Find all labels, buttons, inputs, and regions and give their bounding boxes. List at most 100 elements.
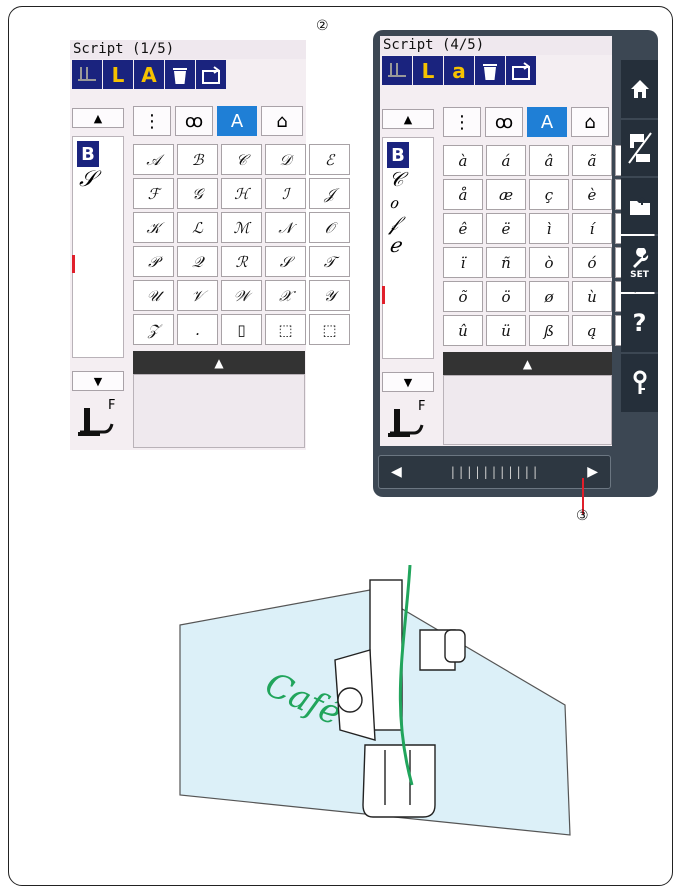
presser-foot-icon: F	[388, 399, 430, 447]
pattern-cell[interactable]: 𝒞	[221, 144, 262, 175]
home-icon[interactable]	[621, 60, 658, 118]
pattern-cell[interactable]: ù	[572, 281, 612, 312]
pattern-cell[interactable]: 𝒳	[265, 280, 306, 311]
pattern-cell[interactable]: ó	[572, 247, 612, 278]
recall-icon[interactable]	[506, 56, 536, 85]
pattern-cell[interactable]: í	[572, 213, 612, 244]
panel2-title: Script (4/5)	[380, 36, 612, 55]
pattern-cell[interactable]: ß	[529, 315, 569, 346]
pattern-cell[interactable]: ø	[529, 281, 569, 312]
pattern-cell[interactable]: ï	[443, 247, 483, 278]
pattern-cell[interactable]: ▯	[221, 314, 262, 345]
pattern-cell[interactable]: 𝒫	[133, 246, 174, 277]
pattern-cell[interactable]: è	[572, 179, 612, 210]
cat-decorative-icon[interactable]: ꝏ	[485, 107, 523, 137]
cat-garment-icon[interactable]: ⌂	[571, 107, 609, 137]
expand-button[interactable]: ▲	[443, 352, 612, 375]
pattern-cell[interactable]: ℳ	[221, 212, 262, 243]
trash-icon[interactable]	[475, 56, 505, 85]
pattern-cell[interactable]: 𝒱	[177, 280, 218, 311]
pattern-cell[interactable]: 𝒰	[133, 280, 174, 311]
pattern-cell[interactable]: ë	[486, 213, 526, 244]
pattern-cell[interactable]: 𝒜	[133, 144, 174, 175]
panel2-toolbar: L a	[382, 56, 537, 85]
cat-letters-icon[interactable]: A	[217, 106, 257, 136]
help-icon[interactable]: ?	[621, 294, 658, 352]
pattern-cell[interactable]: ì	[529, 213, 569, 244]
letter-case-icon[interactable]: B	[387, 142, 409, 168]
prev-page-button[interactable]: ◀	[391, 464, 402, 480]
cat-satin-icon[interactable]: ⋮	[133, 106, 171, 136]
sewing-mode-icon[interactable]	[621, 120, 658, 176]
pattern-cell[interactable]: ñ	[486, 247, 526, 278]
pattern-cell[interactable]: à	[443, 145, 483, 176]
pattern-cell[interactable]: ℰ	[309, 144, 350, 175]
pattern-cell[interactable]: ã	[572, 145, 612, 176]
pattern-cell[interactable]: 𝒥	[309, 178, 350, 209]
pattern-cell[interactable]: ç	[529, 179, 569, 210]
pattern-cell[interactable]: ℛ	[221, 246, 262, 277]
scroll-down-button[interactable]: ▼	[72, 371, 124, 391]
trash-icon[interactable]	[165, 60, 195, 89]
recall-icon[interactable]	[196, 60, 226, 89]
scroll-up-button[interactable]: ▲	[72, 108, 124, 128]
pattern-cell[interactable]: 𝒬	[177, 246, 218, 277]
pattern-cell[interactable]: ℋ	[221, 178, 262, 209]
pattern-cell[interactable]: ê	[443, 213, 483, 244]
script-glyphs: 𝒞ℴ𝒻ℯ	[389, 167, 404, 257]
lowercase-a-icon[interactable]: a	[444, 56, 474, 85]
pattern-cell[interactable]: û	[443, 315, 483, 346]
pattern-cell[interactable]: ℬ	[177, 144, 218, 175]
letter-size-icon[interactable]: A	[134, 60, 164, 89]
info-area	[443, 375, 612, 445]
cat-satin-icon[interactable]: ⋮	[443, 107, 481, 137]
pattern-cell[interactable]: ⬚	[265, 314, 306, 345]
cursor-marker	[72, 255, 75, 273]
pattern-cell[interactable]: 𝒦	[133, 212, 174, 243]
size-length-icon[interactable]: L	[103, 60, 133, 89]
callout-2: ②	[316, 18, 329, 34]
foot-icon[interactable]	[382, 56, 412, 85]
pattern-cell[interactable]: 𝒵	[133, 314, 174, 345]
pattern-cell[interactable]: æ	[486, 179, 526, 210]
pattern-cell[interactable]: ò	[529, 247, 569, 278]
screen-panel-2: Script (4/5) L a ▲ B 𝒞ℴ𝒻ℯ ▼ F ⋮ ꝏ A ⌂ à …	[373, 30, 658, 497]
lock-icon[interactable]	[621, 354, 658, 412]
presser-foot-icon: F	[78, 398, 120, 446]
pattern-cell[interactable]: 𝒯	[309, 246, 350, 277]
pattern-cell[interactable]: 𝒩	[265, 212, 306, 243]
cat-decorative-icon[interactable]: ꝏ	[175, 106, 213, 136]
pattern-cell[interactable]: 𝒪	[309, 212, 350, 243]
pattern-cell[interactable]: 𝒢	[177, 178, 218, 209]
pattern-cell[interactable]: â	[529, 145, 569, 176]
pattern-cell[interactable]: .	[177, 314, 218, 345]
cat-garment-icon[interactable]: ⌂	[261, 106, 303, 136]
pattern-cell[interactable]: ⬚	[309, 314, 350, 345]
pattern-cell[interactable]: ℒ	[177, 212, 218, 243]
scroll-down-button[interactable]: ▼	[382, 372, 434, 392]
scroll-up-button[interactable]: ▲	[382, 109, 434, 129]
expand-button[interactable]: ▲	[133, 351, 305, 374]
foot-icon[interactable]	[72, 60, 102, 89]
page-indicator: |||||||||||	[449, 465, 540, 479]
next-page-button[interactable]: ▶	[587, 464, 598, 480]
letter-case-icon[interactable]: B	[77, 141, 99, 167]
pattern-cell[interactable]: 𝒴	[309, 280, 350, 311]
pattern-cell[interactable]: ą	[572, 315, 612, 346]
callout-3: ③	[576, 508, 589, 524]
pattern-cell[interactable]: ö	[486, 281, 526, 312]
pattern-cell[interactable]: 𝒟	[265, 144, 306, 175]
pattern-cell[interactable]: õ	[443, 281, 483, 312]
pattern-cell[interactable]: 𝒮	[265, 246, 306, 277]
size-length-icon[interactable]: L	[413, 56, 443, 85]
cat-letters-icon[interactable]: A	[527, 107, 567, 137]
set-icon[interactable]: SET	[621, 236, 658, 292]
pattern-cell[interactable]: ü	[486, 315, 526, 346]
pattern-cell[interactable]: ℐ	[265, 178, 306, 209]
pattern-cell[interactable]: 𝒲	[221, 280, 262, 311]
pattern-preview: B 𝒞ℴ𝒻ℯ	[382, 137, 434, 359]
pattern-cell[interactable]: å	[443, 179, 483, 210]
pattern-cell[interactable]: á	[486, 145, 526, 176]
pattern-cell[interactable]: ℱ	[133, 178, 174, 209]
file-icon[interactable]	[621, 178, 658, 234]
